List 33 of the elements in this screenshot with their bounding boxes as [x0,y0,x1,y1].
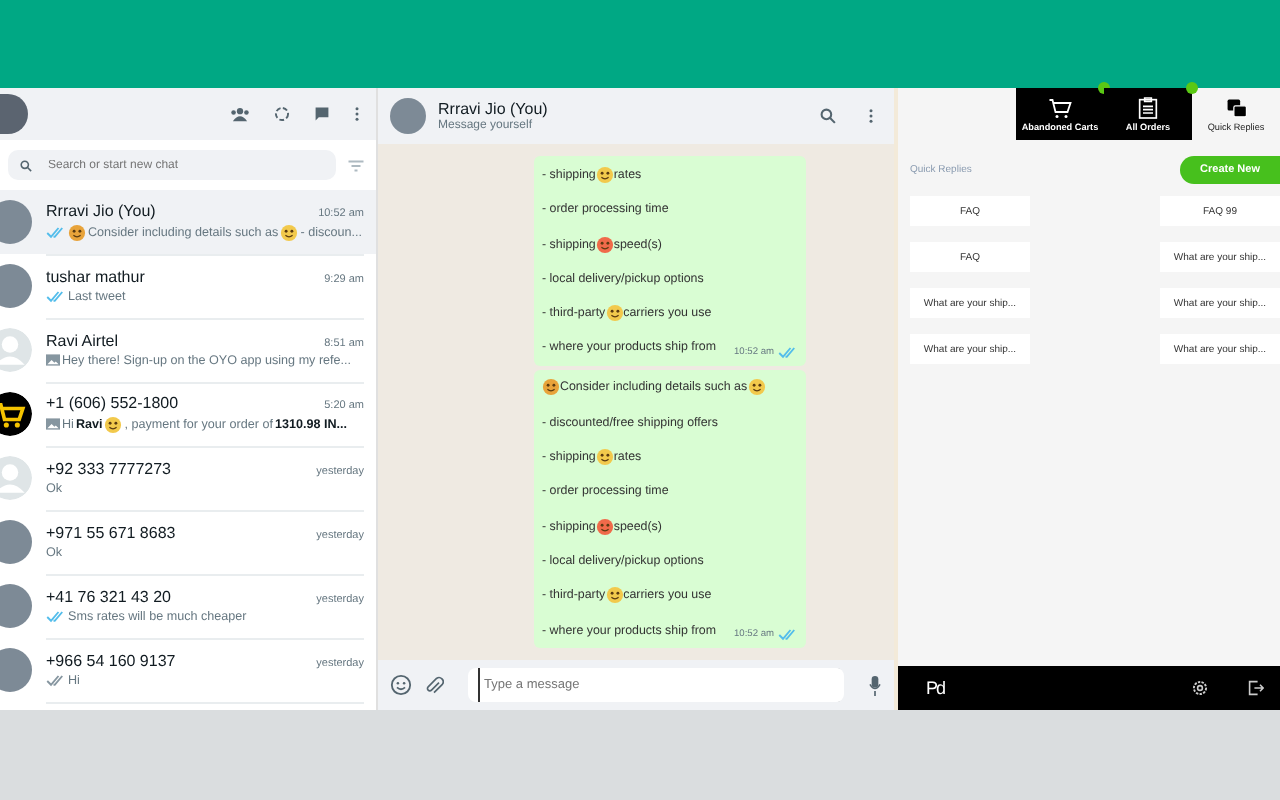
settings-icon[interactable] [1192,680,1208,696]
menu-icon[interactable] [354,106,360,122]
search-icon[interactable] [820,108,836,124]
logout-icon[interactable] [1248,680,1264,696]
contact-name: Rrravi Jio (You) [46,201,156,219]
emoji-button-icon[interactable] [390,674,412,696]
menu-icon[interactable] [868,108,874,124]
new-chat-icon[interactable] [314,106,330,122]
cart-avatar-icon [0,392,32,436]
contact-name: tushar mathur [46,267,145,285]
microphone-icon[interactable] [868,675,882,695]
status-icon[interactable] [274,106,290,122]
cart-icon [1048,97,1072,119]
contact-name: +966 54 160 9137 [46,651,176,669]
contact-name: +92 333 7777273 [46,459,172,477]
avatar-photo [0,264,32,308]
paperclip-icon[interactable] [424,675,444,695]
contact-name: +971 55 671 8683 [46,523,176,541]
contact-name: +41 76 321 43 20 [46,587,172,605]
logo: Pd [926,678,945,698]
chat-title: Rrravi Jio (You) [438,100,550,118]
contact-name: +1 (606) 552-1800 [46,393,179,411]
avatar-photo [0,200,32,244]
avatar-photo [0,520,32,564]
avatar-photo[interactable] [390,98,426,134]
clipboard-icon [1138,96,1158,120]
avatar-photo [0,648,32,692]
search-icon [20,159,32,171]
profile-avatar[interactable] [0,94,28,134]
chat-bubbles-icon [1225,97,1247,119]
contact-name: Ravi Airtel [46,331,119,349]
avatar-photo [0,584,32,628]
community-icon[interactable] [230,106,250,122]
